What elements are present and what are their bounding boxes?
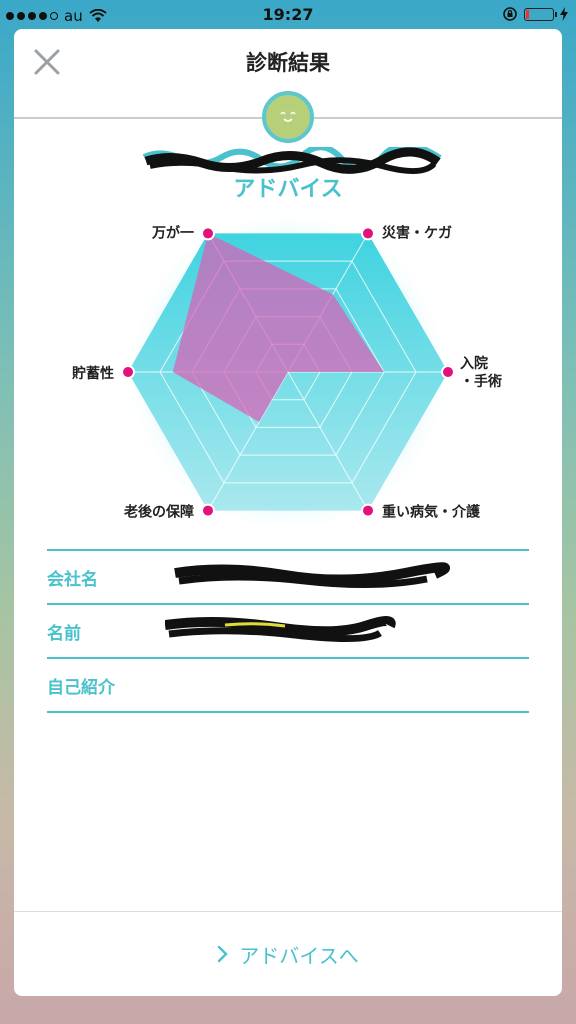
avatar <box>262 91 314 143</box>
radar-axis-dot <box>361 503 375 518</box>
radar-axis-dot <box>361 226 375 241</box>
smile-face-icon <box>280 111 296 122</box>
name-label: 名前 <box>47 624 81 644</box>
self-intro-row: 自己紹介 <box>47 657 529 713</box>
company-label: 会社名 <box>47 570 98 590</box>
company-row: 会社名 <box>47 549 529 603</box>
status-right <box>502 6 568 22</box>
rotation-lock-icon <box>503 7 517 21</box>
result-subtitle: アドバイス <box>233 177 343 202</box>
radar-axis-label: 入院・手術 <box>460 355 502 390</box>
page-title: 診断結果 <box>246 51 330 75</box>
name-row: 名前 <box>47 603 529 657</box>
radar-axis-dot <box>201 503 215 518</box>
charging-icon <box>560 7 568 21</box>
radar-axis-dot <box>441 365 455 379</box>
advice-button-label: アドバイスへ <box>239 943 359 968</box>
radar-axis-dot <box>201 226 215 241</box>
chevron-right-icon <box>218 945 228 963</box>
radar-axis-label: 災害・ケガ <box>382 224 452 241</box>
self-intro-label: 自己紹介 <box>47 678 115 698</box>
clock: 19:27 <box>262 5 314 24</box>
footer-divider <box>14 911 562 912</box>
status-bar: au 19:27 <box>0 0 576 30</box>
radar-axis-dot <box>121 365 135 379</box>
radar-axis-label: 貯蓄性 <box>72 365 114 382</box>
radar-axis-label: 老後の保障 <box>124 504 194 521</box>
profile-info: 会社名 名前 自己紹介 <box>47 549 529 713</box>
battery-icon <box>524 7 557 21</box>
radar-chart: 万が一 災害・ケガ入院・手術重い病気・介護 老後の保障 貯蓄性 <box>72 209 502 536</box>
radar-axis-label: 重い病気・介護 <box>382 504 481 521</box>
radar-axis-label: 万が一 <box>151 224 194 241</box>
redacted-person-name <box>165 616 396 643</box>
advice-button[interactable]: アドバイスへ <box>14 934 562 974</box>
result-card: 診断結果 アドバイス 万が一 災害・ケガ 入院・手術 重い病気・介護老後の保障 … <box>14 29 562 996</box>
redacted-company-name <box>174 562 450 589</box>
